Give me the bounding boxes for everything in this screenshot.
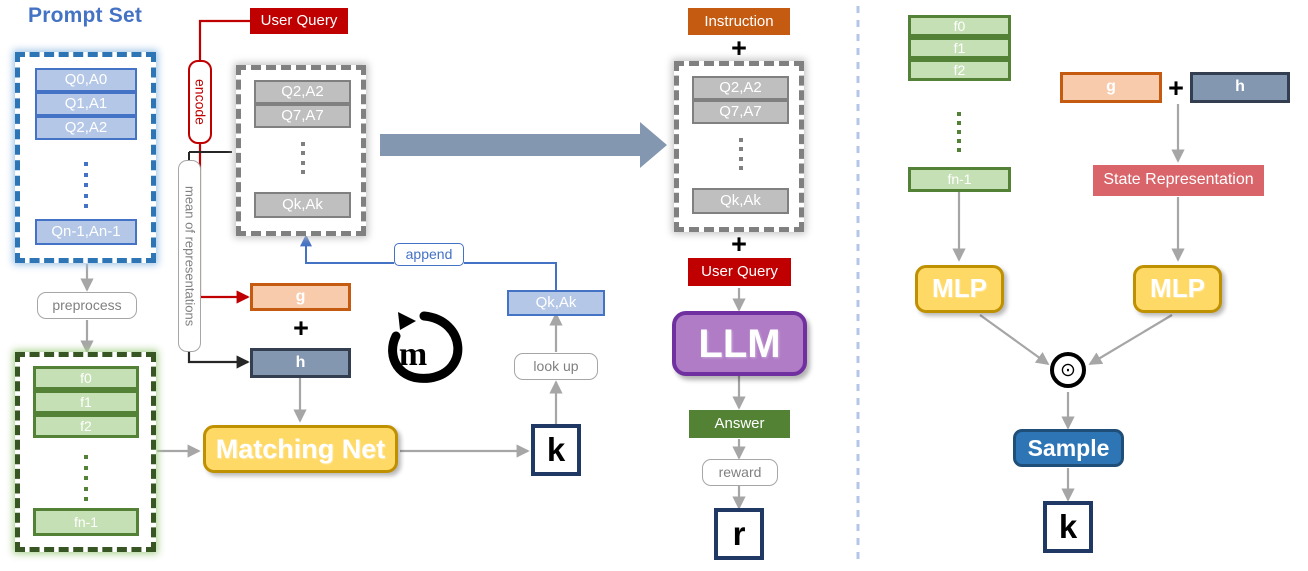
right-feature-item-2[interactable]: f2 (908, 59, 1011, 81)
feature-item-0[interactable]: f0 (33, 366, 139, 390)
encode-node[interactable]: encode (188, 60, 212, 144)
k-output-left: k (531, 424, 581, 476)
prompt-item-1[interactable]: Q1,A1 (35, 92, 137, 116)
feature-set-ellipsis (84, 455, 88, 501)
preprocess-node[interactable]: preprocess (37, 292, 137, 319)
prompt-set-title: Prompt Set (28, 4, 143, 27)
sample-node[interactable]: Sample (1013, 429, 1124, 467)
plus-symbol-left: + (293, 312, 309, 343)
prompt-set-ellipsis (84, 162, 88, 208)
r-output: r (714, 508, 764, 560)
diagram-canvas: Prompt Set Q0,A0 Q1,A1 Q2,A2 Qn-1,An-1 p… (0, 0, 1308, 571)
plus-symbol-middle-top: + (731, 32, 747, 63)
m-loop-label: m (398, 336, 428, 374)
right-g-vector-node: g (1060, 72, 1162, 103)
answer-node: Answer (689, 410, 790, 438)
big-arrow (380, 122, 667, 168)
context-item-last[interactable]: Qk,Ak (692, 188, 789, 214)
hadamard-product-icon: ⊙ (1050, 352, 1086, 388)
right-feature-ellipsis (957, 112, 961, 152)
feature-item-2[interactable]: f2 (33, 414, 139, 438)
append-node[interactable]: append (394, 243, 464, 266)
mlp-left-node[interactable]: MLP (915, 265, 1004, 313)
user-query-node[interactable]: User Query (250, 8, 348, 34)
selected-item-last[interactable]: Qk,Ak (254, 192, 351, 218)
plus-symbol-right: + (1168, 72, 1184, 103)
plus-symbol-middle-bottom: + (731, 228, 747, 259)
prompt-item-0[interactable]: Q0,A0 (35, 68, 137, 92)
right-h-vector-node: h (1190, 72, 1290, 103)
reward-node[interactable]: reward (702, 459, 778, 486)
mean-of-representations-node: mean of representations (178, 160, 201, 352)
feature-item-1[interactable]: f1 (33, 390, 139, 414)
prompt-item-last[interactable]: Qn-1,An-1 (35, 219, 137, 245)
context-item-0[interactable]: Q2,A2 (692, 76, 789, 100)
look-up-node[interactable]: look up (514, 353, 598, 380)
instruction-node[interactable]: Instruction (688, 8, 790, 35)
state-representation-node: State Representation (1093, 165, 1264, 196)
h-vector-node: h (250, 348, 351, 378)
context-item-1[interactable]: Q7,A7 (692, 100, 789, 124)
feature-item-last[interactable]: fn-1 (33, 508, 139, 536)
llm-node[interactable]: LLM (672, 311, 807, 376)
right-feature-item-0[interactable]: f0 (908, 15, 1011, 37)
matching-net-node[interactable]: Matching Net (203, 425, 398, 473)
context-prompts-ellipsis (739, 138, 743, 170)
k-output-right: k (1043, 501, 1093, 553)
mlp-right-node[interactable]: MLP (1133, 265, 1222, 313)
qkak-retrieved-node[interactable]: Qk,Ak (507, 290, 605, 316)
prompt-item-2[interactable]: Q2,A2 (35, 116, 137, 140)
selected-item-1[interactable]: Q7,A7 (254, 104, 351, 128)
user-query-node-middle[interactable]: User Query (688, 258, 791, 286)
right-feature-item-1[interactable]: f1 (908, 37, 1011, 59)
selected-item-0[interactable]: Q2,A2 (254, 80, 351, 104)
g-vector-node: g (250, 283, 351, 311)
right-feature-item-last[interactable]: fn-1 (908, 167, 1011, 192)
selected-prompts-ellipsis (301, 142, 305, 174)
